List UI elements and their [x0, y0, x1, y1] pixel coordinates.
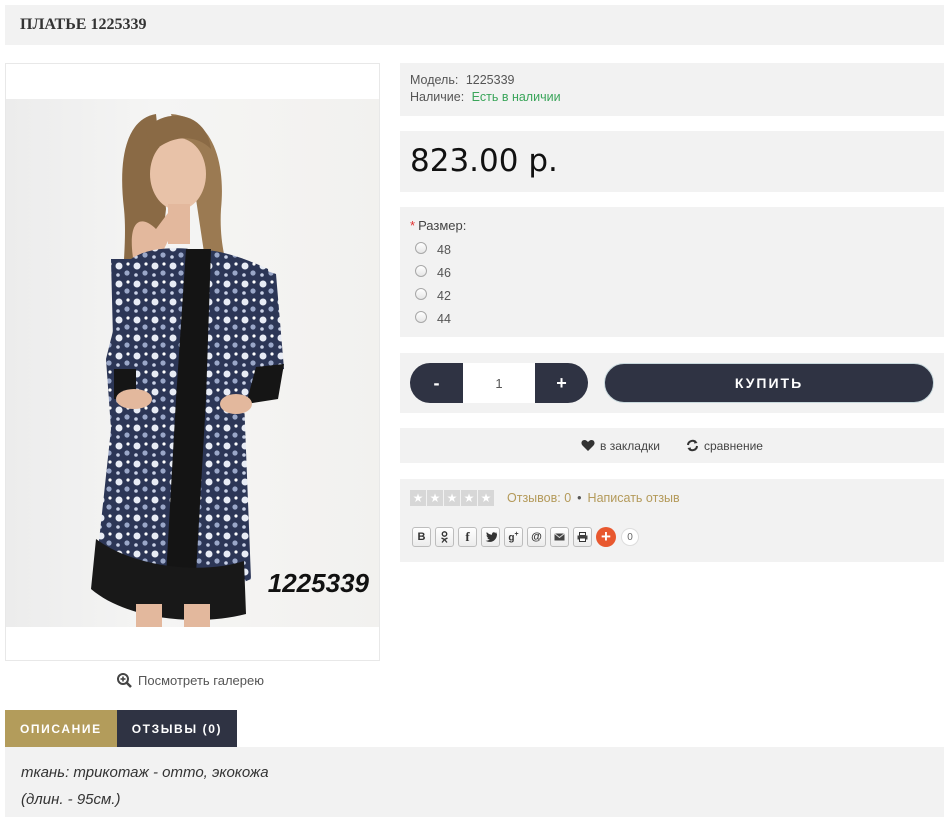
quantity-decrease-button[interactable]: -	[410, 363, 463, 403]
refresh-icon	[686, 439, 698, 452]
description-panel: ткань: трикотаж - отто, экокожа (длин. -…	[5, 747, 944, 817]
rating-row: ★ ★ ★ ★ ★ Отзывов: 0 • Написать отзыв	[410, 490, 680, 506]
separator-dot: •	[577, 491, 582, 505]
stock-status: Есть в наличии	[471, 90, 561, 104]
description-line: (длин. - 95см.)	[21, 791, 121, 808]
rating-stars: ★ ★ ★ ★ ★	[410, 490, 494, 506]
size-option-label: Размер:	[418, 218, 467, 233]
zoom-in-icon	[117, 673, 132, 688]
size-radio[interactable]	[415, 241, 427, 254]
share-twitter-icon[interactable]	[481, 527, 500, 547]
add-to-compare-button[interactable]: сравнение	[686, 439, 763, 453]
size-radio-label: 46	[437, 265, 451, 280]
quantity-stepper: - 1 +	[410, 363, 588, 403]
share-mailru-icon[interactable]: @	[527, 527, 546, 547]
add-to-bookmarks-button[interactable]: в закладки	[581, 439, 660, 453]
tab-reviews[interactable]: ОТЗЫВЫ (0)	[116, 710, 238, 747]
size-radio[interactable]	[415, 287, 427, 300]
share-email-icon[interactable]	[550, 527, 569, 547]
share-facebook-icon[interactable]: f	[458, 527, 477, 547]
product-price: 823.00 р.	[410, 143, 558, 179]
size-radio-label: 48	[437, 242, 451, 257]
product-photo[interactable]: 1225339	[6, 99, 379, 627]
size-option-48[interactable]: 48	[410, 236, 934, 259]
required-mark: *	[410, 218, 416, 233]
size-radio[interactable]	[415, 310, 427, 323]
buy-button[interactable]: КУПИТЬ	[604, 363, 934, 403]
star-icon: ★	[461, 490, 477, 506]
description-line: ткань: трикотаж - отто, экокожа	[21, 764, 269, 781]
compare-label: сравнение	[703, 438, 763, 453]
share-vk-icon[interactable]: В	[412, 527, 431, 547]
share-buttons: В f g+ @ + 0	[412, 527, 639, 547]
size-option-title: * Размер:	[410, 218, 934, 233]
size-options-box: * Размер: 48 46 42 44	[400, 207, 944, 337]
product-title-bar: ПЛАТЬЕ 1225339	[5, 5, 944, 45]
stock-label: Наличие:	[410, 90, 465, 104]
share-print-icon[interactable]	[573, 527, 592, 547]
size-radio[interactable]	[415, 264, 427, 277]
product-actions-box: в закладки сравнение	[400, 428, 944, 463]
share-more-icon[interactable]: +	[596, 527, 616, 547]
model-label: Модель:	[410, 73, 459, 87]
quantity-increase-button[interactable]: +	[535, 363, 588, 403]
star-icon: ★	[478, 490, 494, 506]
reviews-share-box: ★ ★ ★ ★ ★ Отзывов: 0 • Написать отзыв В …	[400, 479, 944, 562]
write-review-link[interactable]: Написать отзыв	[588, 491, 680, 505]
size-option-42[interactable]: 42	[410, 282, 934, 305]
star-icon: ★	[410, 490, 426, 506]
size-option-44[interactable]: 44	[410, 305, 934, 328]
product-image-frame[interactable]: 1225339	[5, 63, 380, 661]
share-count-badge: 0	[621, 528, 639, 546]
price-box: 823.00 р.	[400, 131, 944, 192]
reviews-count-link[interactable]: Отзывов: 0	[507, 491, 571, 505]
size-radio-label: 42	[437, 288, 451, 303]
purchase-box: - 1 + КУПИТЬ	[400, 353, 944, 413]
heart-icon	[581, 440, 595, 451]
product-tabs: ОПИСАНИЕ ОТЗЫВЫ (0)	[5, 710, 238, 747]
product-title: ПЛАТЬЕ 1225339	[20, 16, 147, 33]
bookmarks-label: в закладки	[600, 438, 660, 453]
model-value: 1225339	[465, 73, 515, 87]
quantity-input[interactable]: 1	[463, 363, 535, 403]
share-odnoklassniki-icon[interactable]	[435, 527, 454, 547]
photo-code-label: 1225339	[267, 568, 369, 598]
tab-description[interactable]: ОПИСАНИЕ	[5, 710, 117, 747]
product-info-box: Модель: 1225339 Наличие: Есть в наличии	[400, 63, 944, 116]
star-icon: ★	[444, 490, 460, 506]
size-option-46[interactable]: 46	[410, 259, 934, 282]
star-icon: ★	[427, 490, 443, 506]
size-radio-label: 44	[437, 311, 451, 326]
product-photo-illustration	[91, 114, 284, 627]
view-gallery-label: Посмотреть галерею	[138, 673, 264, 688]
view-gallery-link[interactable]: Посмотреть галерею	[117, 673, 264, 688]
share-googleplus-icon[interactable]: g+	[504, 527, 523, 547]
